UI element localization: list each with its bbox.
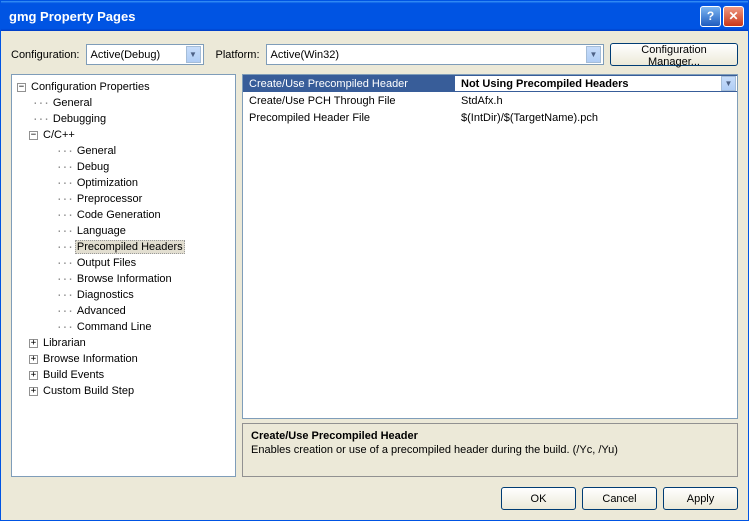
configuration-value: Active(Debug)	[91, 49, 186, 61]
tree-node-cpp-general[interactable]: ···General	[14, 143, 233, 159]
property-name: Create/Use Precompiled Header	[243, 78, 455, 90]
tree-node-cpp-output[interactable]: ···Output Files	[14, 255, 233, 271]
tree-node-cpp-precompiled[interactable]: ···Precompiled Headers	[14, 239, 233, 255]
help-button[interactable]: ?	[700, 6, 721, 27]
tree-node-cpp-preprocessor[interactable]: ···Preprocessor	[14, 191, 233, 207]
button-row: OK Cancel Apply	[11, 485, 738, 510]
property-value[interactable]: StdAfx.h	[455, 95, 737, 107]
configuration-manager-button[interactable]: Configuration Manager...	[610, 43, 738, 66]
cancel-button[interactable]: Cancel	[582, 487, 657, 510]
property-grid[interactable]: Create/Use Precompiled Header Not Using …	[242, 74, 738, 419]
platform-value: Active(Win32)	[271, 49, 586, 61]
tree-node-cpp-debug[interactable]: ···Debug	[14, 159, 233, 175]
main-area: −Configuration Properties ···General ···…	[11, 74, 738, 477]
chevron-down-icon: ▼	[586, 46, 601, 63]
tree-node-general[interactable]: ···General	[14, 95, 233, 111]
tree-node-browseinfo[interactable]: +Browse Information	[14, 351, 233, 367]
window-title: gmg Property Pages	[9, 9, 700, 24]
property-row[interactable]: Create/Use PCH Through File StdAfx.h	[243, 92, 737, 109]
right-pane: Create/Use Precompiled Header Not Using …	[242, 74, 738, 477]
tree-node-cpp-language[interactable]: ···Language	[14, 223, 233, 239]
tree-pane[interactable]: −Configuration Properties ···General ···…	[11, 74, 236, 477]
tree-node-custom[interactable]: +Custom Build Step	[14, 383, 233, 399]
expand-icon[interactable]: +	[29, 387, 38, 396]
titlebar[interactable]: gmg Property Pages ? ✕	[1, 1, 748, 31]
description-pane: Create/Use Precompiled Header Enables cr…	[242, 423, 738, 477]
collapse-icon[interactable]: −	[29, 131, 38, 140]
tree-node-cpp-cmdline[interactable]: ···Command Line	[14, 319, 233, 335]
property-value[interactable]: $(IntDir)/$(TargetName).pch	[455, 112, 737, 124]
config-toolbar: Configuration: Active(Debug) ▼ Platform:…	[11, 43, 738, 66]
tree-node-cpp-optimization[interactable]: ···Optimization	[14, 175, 233, 191]
property-name: Precompiled Header File	[243, 112, 455, 124]
tree-node-buildevents[interactable]: +Build Events	[14, 367, 233, 383]
close-button[interactable]: ✕	[723, 6, 744, 27]
tree-node-cpp-diagnostics[interactable]: ···Diagnostics	[14, 287, 233, 303]
property-pages-window: gmg Property Pages ? ✕ Configuration: Ac…	[0, 0, 749, 521]
tree-node-cpp-browse[interactable]: ···Browse Information	[14, 271, 233, 287]
configuration-combo[interactable]: Active(Debug) ▼	[86, 44, 204, 65]
close-icon: ✕	[728, 9, 738, 23]
tree-node-cpp-codegen[interactable]: ···Code Generation	[14, 207, 233, 223]
platform-combo[interactable]: Active(Win32) ▼	[266, 44, 604, 65]
expand-icon[interactable]: +	[29, 371, 38, 380]
ok-button[interactable]: OK	[501, 487, 576, 510]
configuration-label: Configuration:	[11, 49, 80, 61]
tree-node-librarian[interactable]: +Librarian	[14, 335, 233, 351]
property-value-combo[interactable]: Not Using Precompiled Headers ▼	[455, 76, 737, 91]
property-row[interactable]: Precompiled Header File $(IntDir)/$(Targ…	[243, 109, 737, 126]
content-area: Configuration: Active(Debug) ▼ Platform:…	[1, 31, 748, 520]
help-icon: ?	[707, 9, 714, 23]
apply-button[interactable]: Apply	[663, 487, 738, 510]
property-name: Create/Use PCH Through File	[243, 95, 455, 107]
chevron-down-icon: ▼	[186, 46, 201, 63]
tree-node-debugging[interactable]: ···Debugging	[14, 111, 233, 127]
property-row-selected[interactable]: Create/Use Precompiled Header Not Using …	[243, 75, 737, 92]
chevron-down-icon: ▼	[721, 76, 736, 91]
tree-node-root[interactable]: −Configuration Properties	[14, 79, 233, 95]
platform-label: Platform:	[216, 49, 260, 61]
expand-icon[interactable]: +	[29, 339, 38, 348]
tree-node-cpp-advanced[interactable]: ···Advanced	[14, 303, 233, 319]
collapse-icon[interactable]: −	[17, 83, 26, 92]
tree-node-cpp[interactable]: −C/C++	[14, 127, 233, 143]
description-title: Create/Use Precompiled Header	[251, 430, 729, 442]
description-body: Enables creation or use of a precompiled…	[251, 444, 729, 456]
expand-icon[interactable]: +	[29, 355, 38, 364]
